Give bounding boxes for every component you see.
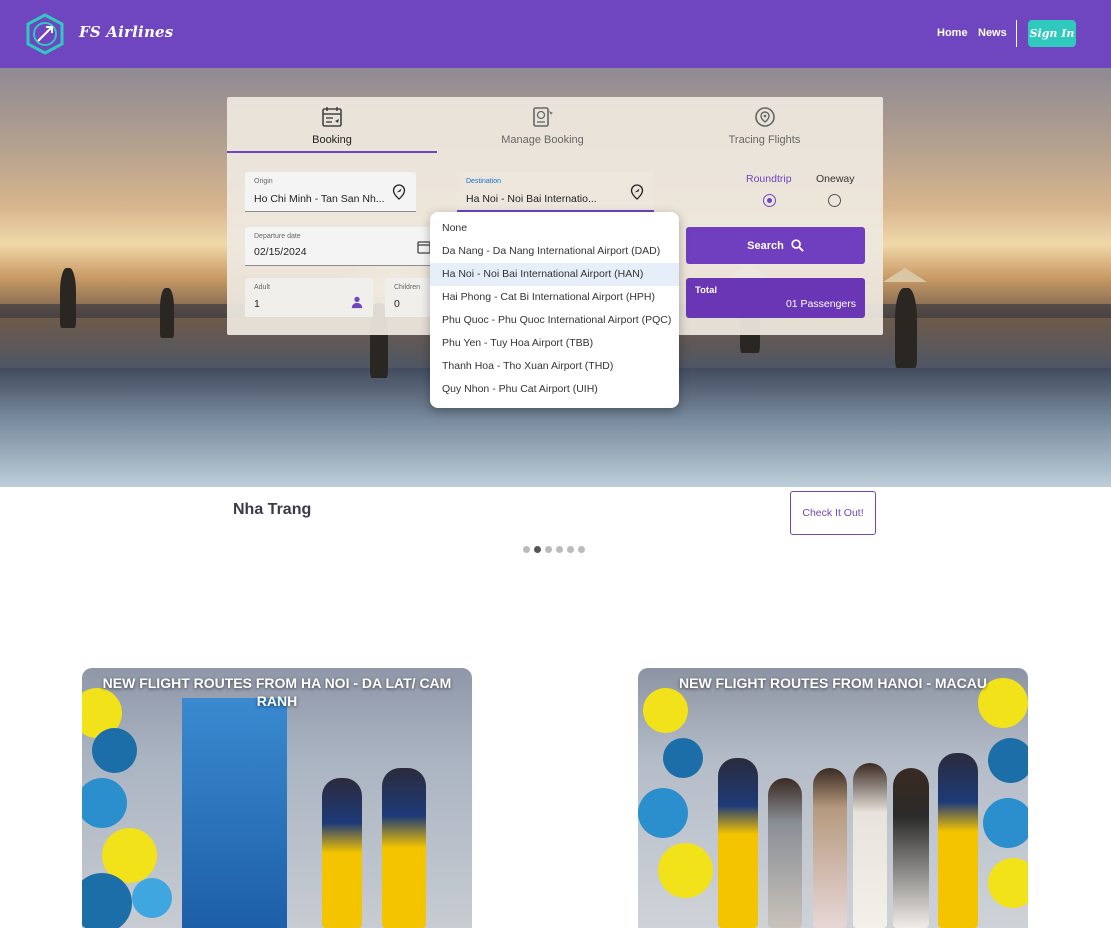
- search-button-label: Search: [747, 239, 784, 252]
- hero-figure: [895, 288, 917, 368]
- search-icon: [791, 239, 804, 252]
- destination-value: Ha Noi - Noi Bai Internatio...: [466, 193, 597, 205]
- passport-icon: [532, 107, 553, 127]
- oneway-radio[interactable]: [828, 194, 841, 207]
- passenger: [853, 763, 887, 928]
- dropdown-option[interactable]: Phu Yen - Tuy Hoa Airport (TBB): [430, 332, 679, 355]
- attendant: [322, 778, 362, 928]
- balloon: [983, 798, 1028, 848]
- passenger: [813, 768, 847, 928]
- departure-date-label: Departure date: [254, 233, 301, 240]
- tab-booking-label: Booking: [312, 134, 352, 146]
- balloon: [643, 688, 688, 733]
- adult-value: 1: [254, 298, 260, 310]
- check-it-out-button[interactable]: Check It Out!: [790, 491, 876, 535]
- children-field[interactable]: Children 0: [385, 278, 435, 317]
- children-label: Children: [394, 284, 421, 291]
- dropdown-option-selected[interactable]: Ha Noi - Noi Bai International Airport (…: [430, 263, 679, 286]
- brand-name[interactable]: FS Airlines: [79, 23, 173, 41]
- carousel-dot[interactable]: [578, 546, 585, 553]
- news-card[interactable]: NEW FLIGHT ROUTES FROM HA NOI - DA LAT/ …: [82, 668, 472, 928]
- plane-location-icon: [630, 184, 644, 200]
- departure-date-field[interactable]: Departure date 02/15/2024: [245, 227, 435, 266]
- destination-label: Destination: [466, 178, 502, 185]
- passenger: [768, 778, 802, 928]
- dropdown-option[interactable]: Quy Nhon - Phu Cat Airport (UIH): [430, 378, 679, 401]
- tab-manage-booking-label: Manage Booking: [501, 134, 584, 146]
- person-icon: [351, 296, 363, 309]
- top-navbar: FS Airlines Home News Sign In: [0, 0, 1111, 68]
- balloon: [663, 738, 703, 778]
- nav-home-link[interactable]: Home: [937, 27, 968, 39]
- passenger: [893, 768, 929, 928]
- carousel-dot[interactable]: [523, 546, 530, 553]
- news-card[interactable]: NEW FLIGHT ROUTES FROM HANOI - MACAU: [638, 668, 1028, 928]
- attendant: [938, 753, 978, 928]
- calendar-ticket-icon: [322, 107, 342, 127]
- sign-in-button[interactable]: Sign In: [1028, 20, 1076, 47]
- adult-field[interactable]: Adult 1: [245, 278, 373, 317]
- carousel-indicators: [523, 546, 585, 554]
- total-label: Total: [695, 285, 717, 296]
- carousel-dot-active[interactable]: [534, 546, 541, 553]
- departure-date-value: 02/15/2024: [254, 246, 307, 258]
- search-button[interactable]: Search: [686, 227, 865, 264]
- carousel-dot[interactable]: [545, 546, 552, 553]
- destination-dropdown-menu: None Da Nang - Da Nang International Air…: [430, 212, 679, 408]
- tab-tracing-flights[interactable]: Tracing Flights: [659, 97, 870, 154]
- balloon: [658, 843, 713, 898]
- passenger-total-box[interactable]: Total 01 Passengers: [686, 278, 865, 318]
- dropdown-option[interactable]: None: [430, 217, 679, 240]
- adult-label: Adult: [254, 284, 270, 291]
- tab-manage-booking[interactable]: Manage Booking: [437, 97, 648, 154]
- balloon: [92, 728, 137, 773]
- children-value: 0: [394, 298, 400, 310]
- carousel-city-name: Nha Trang: [233, 501, 312, 518]
- origin-value: Ho Chi Minh - Tan San Nh...: [254, 193, 385, 205]
- dropdown-option[interactable]: Phu Quoc - Phu Quoc International Airpor…: [430, 309, 679, 332]
- news-card-title: NEW FLIGHT ROUTES FROM HA NOI - DA LAT/ …: [102, 675, 452, 709]
- hero-figure: [160, 288, 174, 338]
- origin-field[interactable]: Origin Ho Chi Minh - Tan San Nh...: [245, 172, 416, 212]
- location-target-icon: [754, 107, 775, 127]
- active-tab-indicator: [227, 151, 437, 153]
- tab-booking[interactable]: Booking: [227, 97, 437, 154]
- nav-news-link[interactable]: News: [978, 27, 1007, 39]
- balloon: [132, 878, 172, 918]
- nav-divider: [1016, 20, 1017, 47]
- oneway-label[interactable]: Oneway: [816, 173, 855, 185]
- carousel-dot[interactable]: [567, 546, 574, 553]
- origin-label: Origin: [254, 178, 273, 185]
- news-card-title: NEW FLIGHT ROUTES FROM HANOI - MACAU: [679, 675, 987, 691]
- dropdown-option[interactable]: Hai Phong - Cat Bi International Airport…: [430, 286, 679, 309]
- balloon: [638, 788, 688, 838]
- plane-location-icon: [392, 184, 406, 200]
- hero-figure: [60, 268, 76, 328]
- roundtrip-label[interactable]: Roundtrip: [746, 173, 792, 185]
- dropdown-option[interactable]: Da Nang - Da Nang International Airport …: [430, 240, 679, 263]
- hero-conical-hat: [883, 268, 927, 282]
- attendant: [382, 768, 426, 928]
- attendant: [718, 758, 758, 928]
- total-passengers-value: 01 Passengers: [785, 298, 856, 310]
- banner-standee: [182, 698, 287, 928]
- carousel-dot[interactable]: [556, 546, 563, 553]
- roundtrip-radio[interactable]: [763, 194, 776, 207]
- airline-logo-icon[interactable]: [26, 13, 64, 55]
- tab-tracing-flights-label: Tracing Flights: [728, 134, 801, 146]
- dropdown-option[interactable]: Thanh Hoa - Tho Xuan Airport (THD): [430, 355, 679, 378]
- balloon: [988, 738, 1028, 783]
- destination-field[interactable]: Destination Ha Noi - Noi Bai Internatio.…: [457, 172, 654, 212]
